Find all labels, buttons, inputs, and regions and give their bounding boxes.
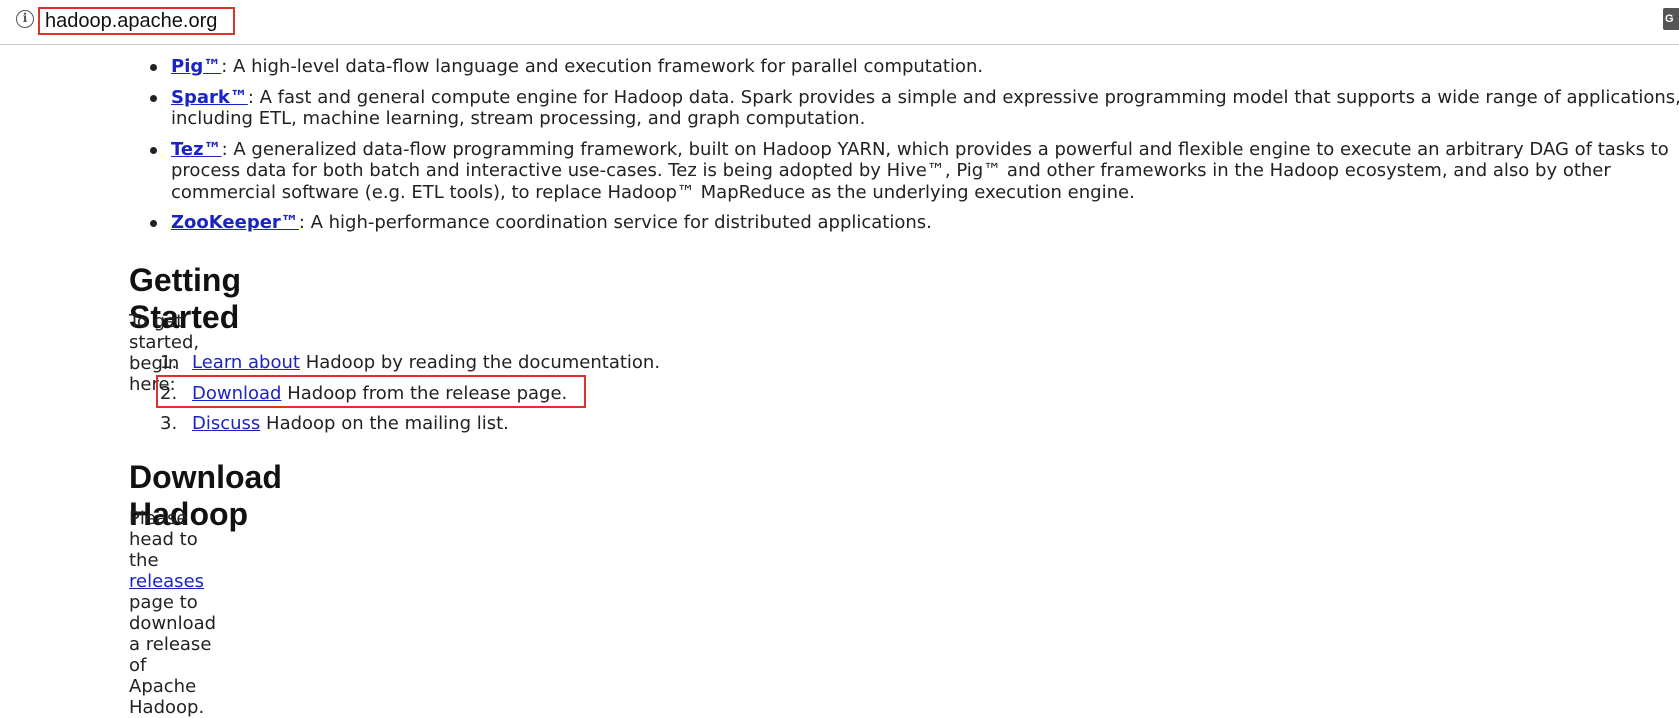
download-text-before: Please head to the <box>129 508 198 571</box>
project-desc: : A fast and general compute engine for … <box>171 86 1679 130</box>
url-field[interactable]: hadoop.apache.org <box>38 7 235 35</box>
address-bar: i hadoop.apache.org G <box>0 0 1679 45</box>
releases-link[interactable]: releases <box>129 571 204 592</box>
step-item: 1. Learn about Hadoop by reading the docu… <box>160 348 660 379</box>
project-link-spark[interactable]: Spark™ <box>171 87 248 108</box>
bullet-icon <box>150 220 157 227</box>
project-list: Pig™: A high-level data-flow language an… <box>150 56 1679 243</box>
list-item: Tez™: A generalized data-flow programmin… <box>150 139 1679 204</box>
project-link-zookeeper[interactable]: ZooKeeper™ <box>171 212 299 233</box>
bullet-icon <box>150 64 157 71</box>
learn-about-link[interactable]: Learn about <box>192 352 300 373</box>
info-icon[interactable]: i <box>16 10 34 28</box>
project-desc: : A generalized data-flow programming fr… <box>171 138 1669 203</box>
discuss-link[interactable]: Discuss <box>192 413 260 434</box>
download-text-after: page to download a release of Apache Had… <box>129 592 217 718</box>
translate-icon[interactable]: G <box>1663 8 1679 30</box>
list-item: Pig™: A high-level data-flow language an… <box>150 56 1679 78</box>
step-number: 3. <box>160 413 178 434</box>
step-text: Hadoop on the mailing list. <box>260 413 509 434</box>
download-highlight-box <box>156 375 586 408</box>
list-item: ZooKeeper™: A high-performance coordinat… <box>150 212 1679 234</box>
step-text: Hadoop by reading the documentation. <box>299 352 661 373</box>
list-item: Spark™: A fast and general compute engin… <box>150 87 1679 130</box>
bullet-icon <box>150 94 157 102</box>
step-number: 1. <box>160 352 178 373</box>
step-item: 3. Discuss Hadoop on the mailing list. <box>160 409 660 440</box>
download-paragraph: Please head to the releases page to down… <box>129 508 216 718</box>
project-desc: : A high-level data-flow language and ex… <box>221 56 984 77</box>
project-link-pig[interactable]: Pig™ <box>171 56 221 77</box>
bullet-icon <box>150 146 157 154</box>
project-desc: : A high-performance coordination servic… <box>298 212 932 233</box>
project-link-tez[interactable]: Tez™ <box>171 139 222 160</box>
